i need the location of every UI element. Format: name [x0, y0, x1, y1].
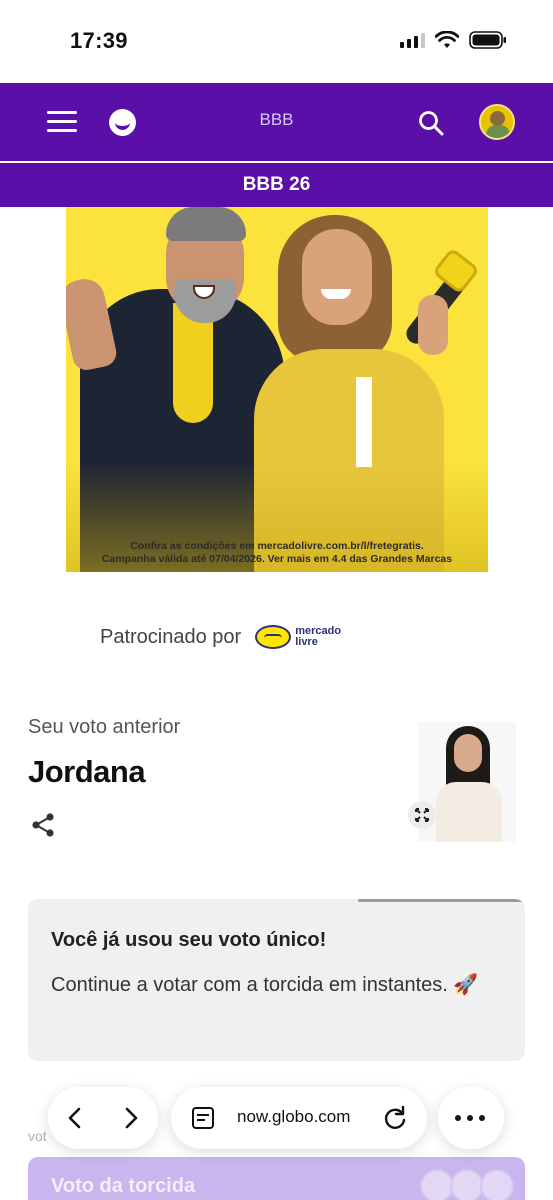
battery-icon	[469, 31, 506, 49]
navigation-pill	[48, 1087, 158, 1149]
sponsored-by: Patrocinado por mercado livre	[100, 625, 341, 649]
search-icon[interactable]	[418, 110, 444, 136]
cellular-signal-icon	[400, 32, 425, 48]
status-time: 17:39	[70, 28, 128, 53]
url-text[interactable]: now.globo.com	[237, 1107, 350, 1127]
section-title-bar[interactable]: BBB 26	[0, 163, 553, 207]
reload-icon[interactable]	[381, 1104, 409, 1132]
app-header: BBB	[0, 83, 553, 161]
previous-vote-name: Jordana	[28, 754, 146, 789]
status-bar: 17:39	[0, 0, 553, 83]
address-bar[interactable]: now.globo.com	[171, 1087, 427, 1149]
torcida-vote-card[interactable]: Voto da torcida	[28, 1157, 525, 1200]
forward-icon[interactable]	[116, 1103, 146, 1133]
vote-used-card: Você já usou seu voto único! Continue a …	[28, 899, 525, 1061]
ad-fine-print: Confira as condições em mercadolivre.com…	[101, 540, 453, 565]
mercado-livre-logo[interactable]: mercado livre	[255, 625, 341, 649]
tabs-icon[interactable]	[191, 1106, 215, 1130]
back-icon[interactable]	[60, 1103, 90, 1133]
previous-vote-label: Seu voto anterior	[28, 716, 181, 738]
more-button[interactable]	[438, 1087, 504, 1149]
section-hint: vot	[28, 1128, 47, 1144]
participant-avatars	[420, 1169, 520, 1200]
wifi-icon	[435, 31, 459, 48]
ad-banner[interactable]: Confira as condições em mercadolivre.com…	[66, 207, 488, 572]
expand-icon[interactable]	[408, 801, 436, 829]
card-progress-bar	[358, 899, 525, 902]
torcida-title: Voto da torcida	[51, 1175, 196, 1197]
more-icon[interactable]	[455, 1115, 485, 1121]
share-icon[interactable]	[30, 812, 56, 838]
avatar[interactable]	[479, 104, 515, 140]
header-title: BBB	[259, 110, 294, 129]
card-title: Você já usou seu voto único!	[51, 929, 327, 951]
card-body: Continue a votar com a torcida em instan…	[51, 974, 479, 996]
sponsored-label: Patrocinado por	[100, 625, 242, 648]
status-icons	[400, 31, 507, 49]
handshake-icon	[255, 625, 292, 649]
